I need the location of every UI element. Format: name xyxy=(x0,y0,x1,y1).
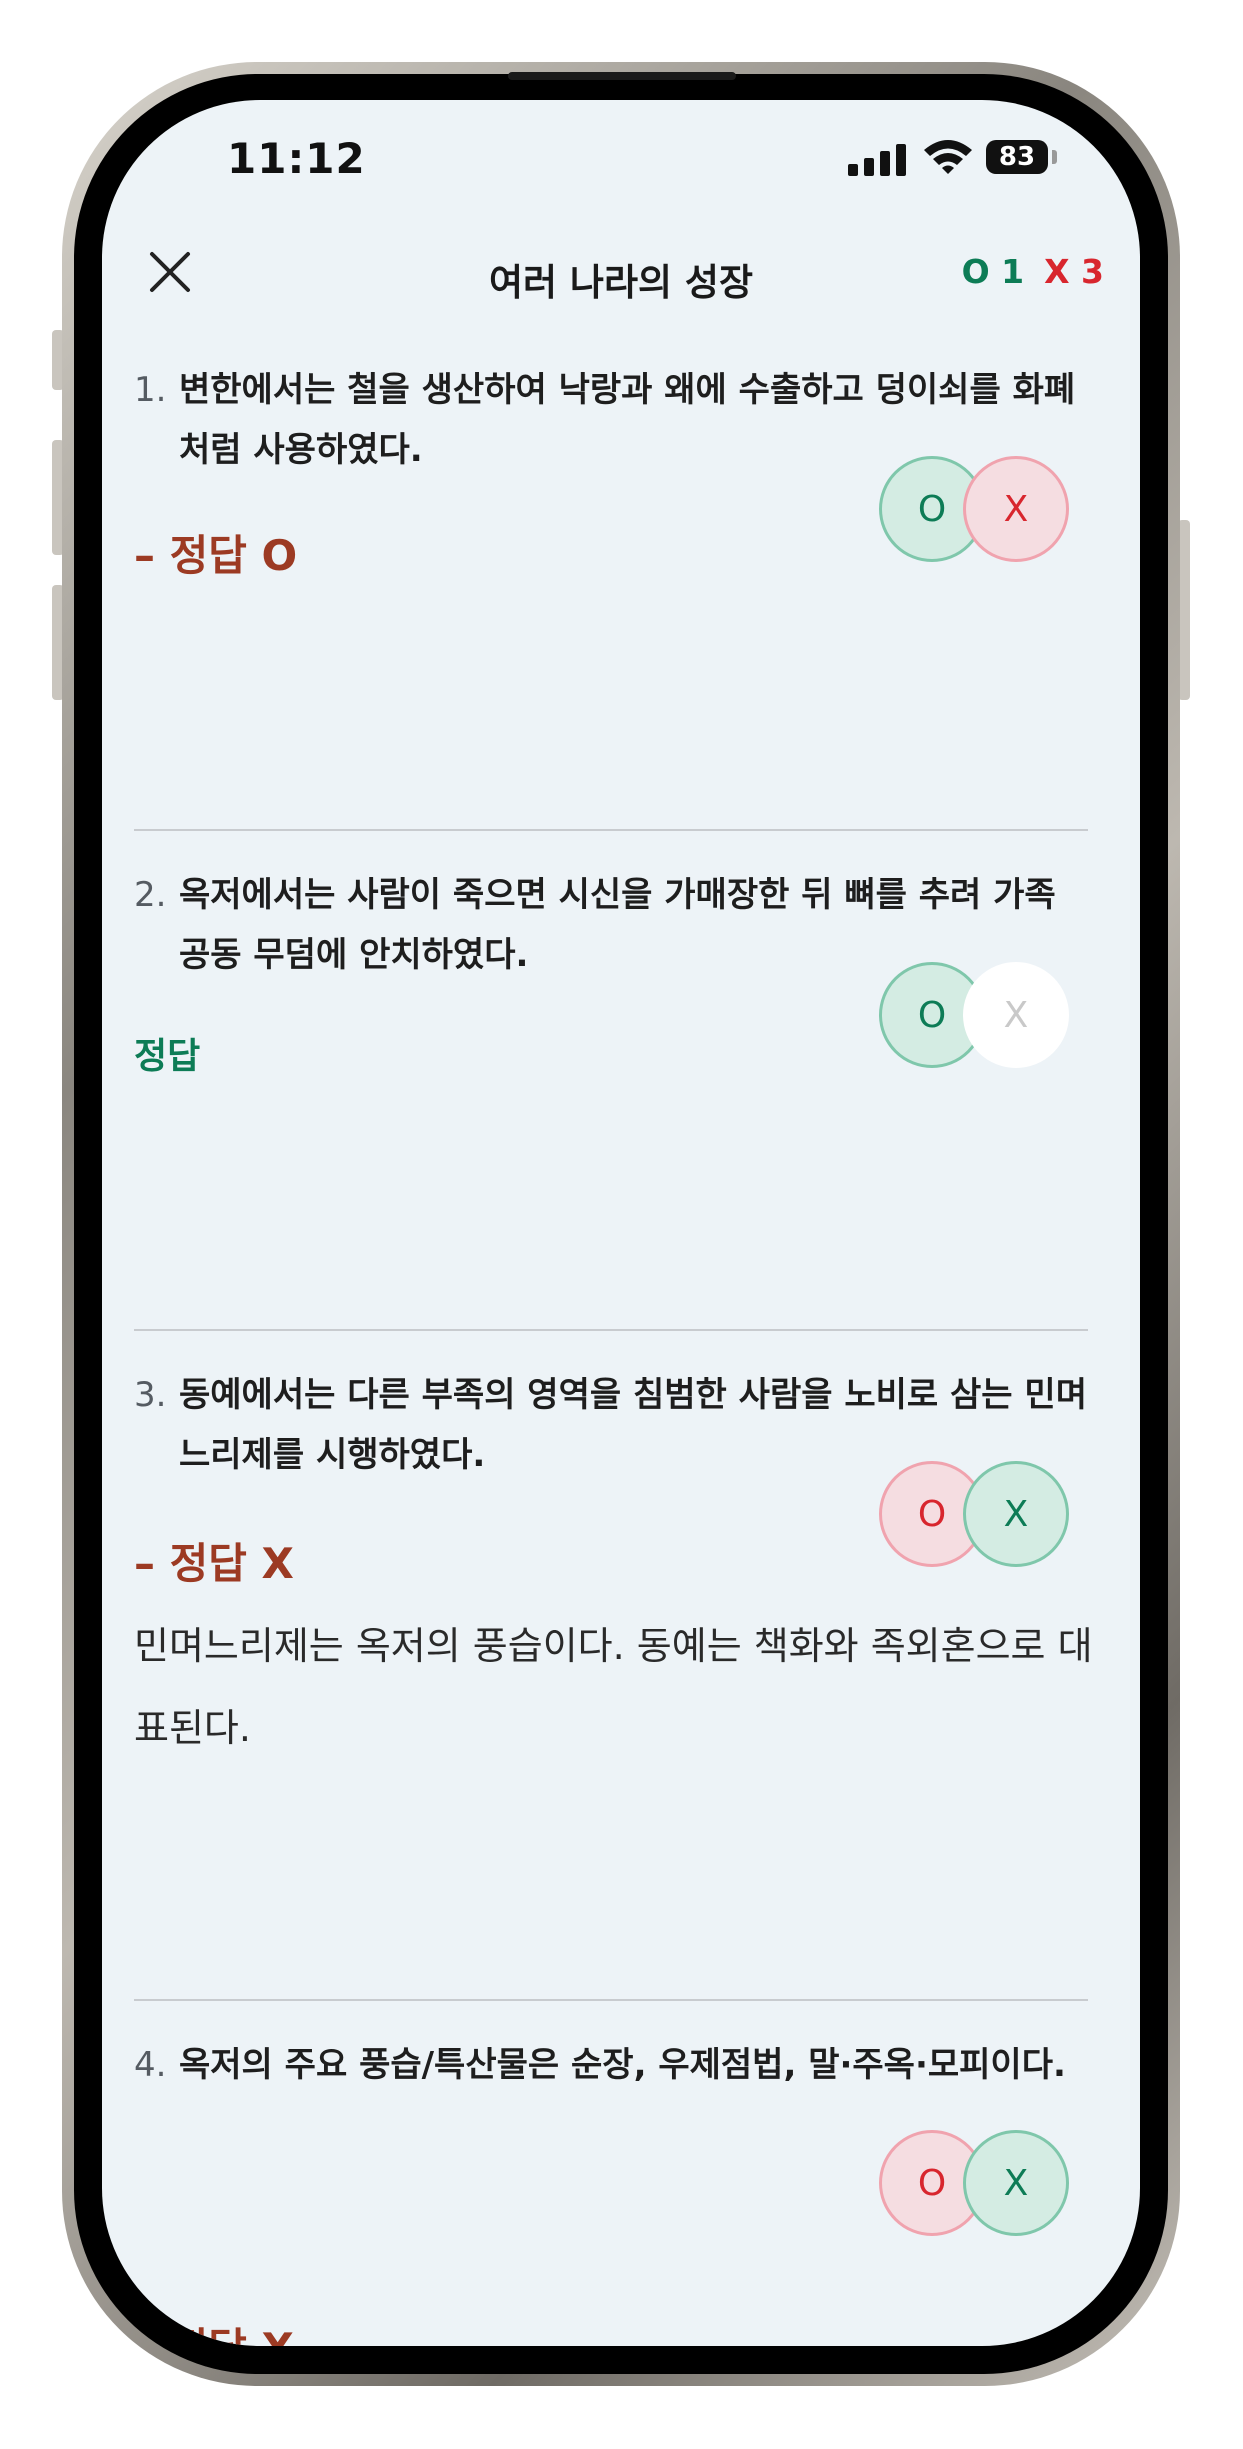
question-number: 1. xyxy=(134,370,167,410)
battery-tip xyxy=(1052,150,1057,164)
correct-count: O 1 xyxy=(961,252,1025,291)
result-label: – 정답 O xyxy=(134,531,298,580)
question-number: 3. xyxy=(134,1375,167,1415)
wrong-count: X 3 xyxy=(1044,252,1104,291)
result-label: 정답 xyxy=(134,1036,201,1077)
divider xyxy=(134,1999,1088,2001)
answer-x-button[interactable]: X xyxy=(963,2130,1069,2236)
screen: 11:12 83 여러 나라의 성장 O 1X 3 1. 변한에서는 철을 생산… xyxy=(102,100,1140,2346)
question-text: 옥저의 주요 풍습/특산물은 순장, 우제점법, 말·주옥·모피이다. xyxy=(179,2045,1066,2085)
score-summary: O 1 X 3 xyxy=(962,252,1104,291)
page-title: 여러 나라의 성장 xyxy=(488,261,754,304)
divider xyxy=(134,829,1088,831)
question-number: 4. xyxy=(134,2045,167,2085)
divider xyxy=(134,1329,1088,1331)
question-number: 2. xyxy=(134,875,167,915)
answer-x-button[interactable]: X xyxy=(963,1461,1069,1567)
battery-icon: 83 xyxy=(986,140,1048,174)
result-label: – 정답 X xyxy=(134,2315,294,2346)
status-time: 11:12 xyxy=(227,134,366,183)
answer-x-button[interactable]: X xyxy=(963,456,1069,562)
wifi-icon xyxy=(924,140,972,174)
answer-x-button[interactable]: X xyxy=(963,962,1069,1068)
result-label: – 정답 X xyxy=(134,1539,294,1588)
close-icon[interactable] xyxy=(148,250,192,294)
cellular-signal-icon xyxy=(848,142,910,176)
question-4: 4. 옥저의 주요 풍습/특산물은 순장, 우제점법, 말·주옥·모피이다. xyxy=(134,2035,1088,2095)
earpiece xyxy=(508,72,736,80)
explanation-text: 민며느리제는 옥저의 풍습이다. 동예는 책화와 족외혼으로 대표된다. xyxy=(134,1624,1093,1750)
